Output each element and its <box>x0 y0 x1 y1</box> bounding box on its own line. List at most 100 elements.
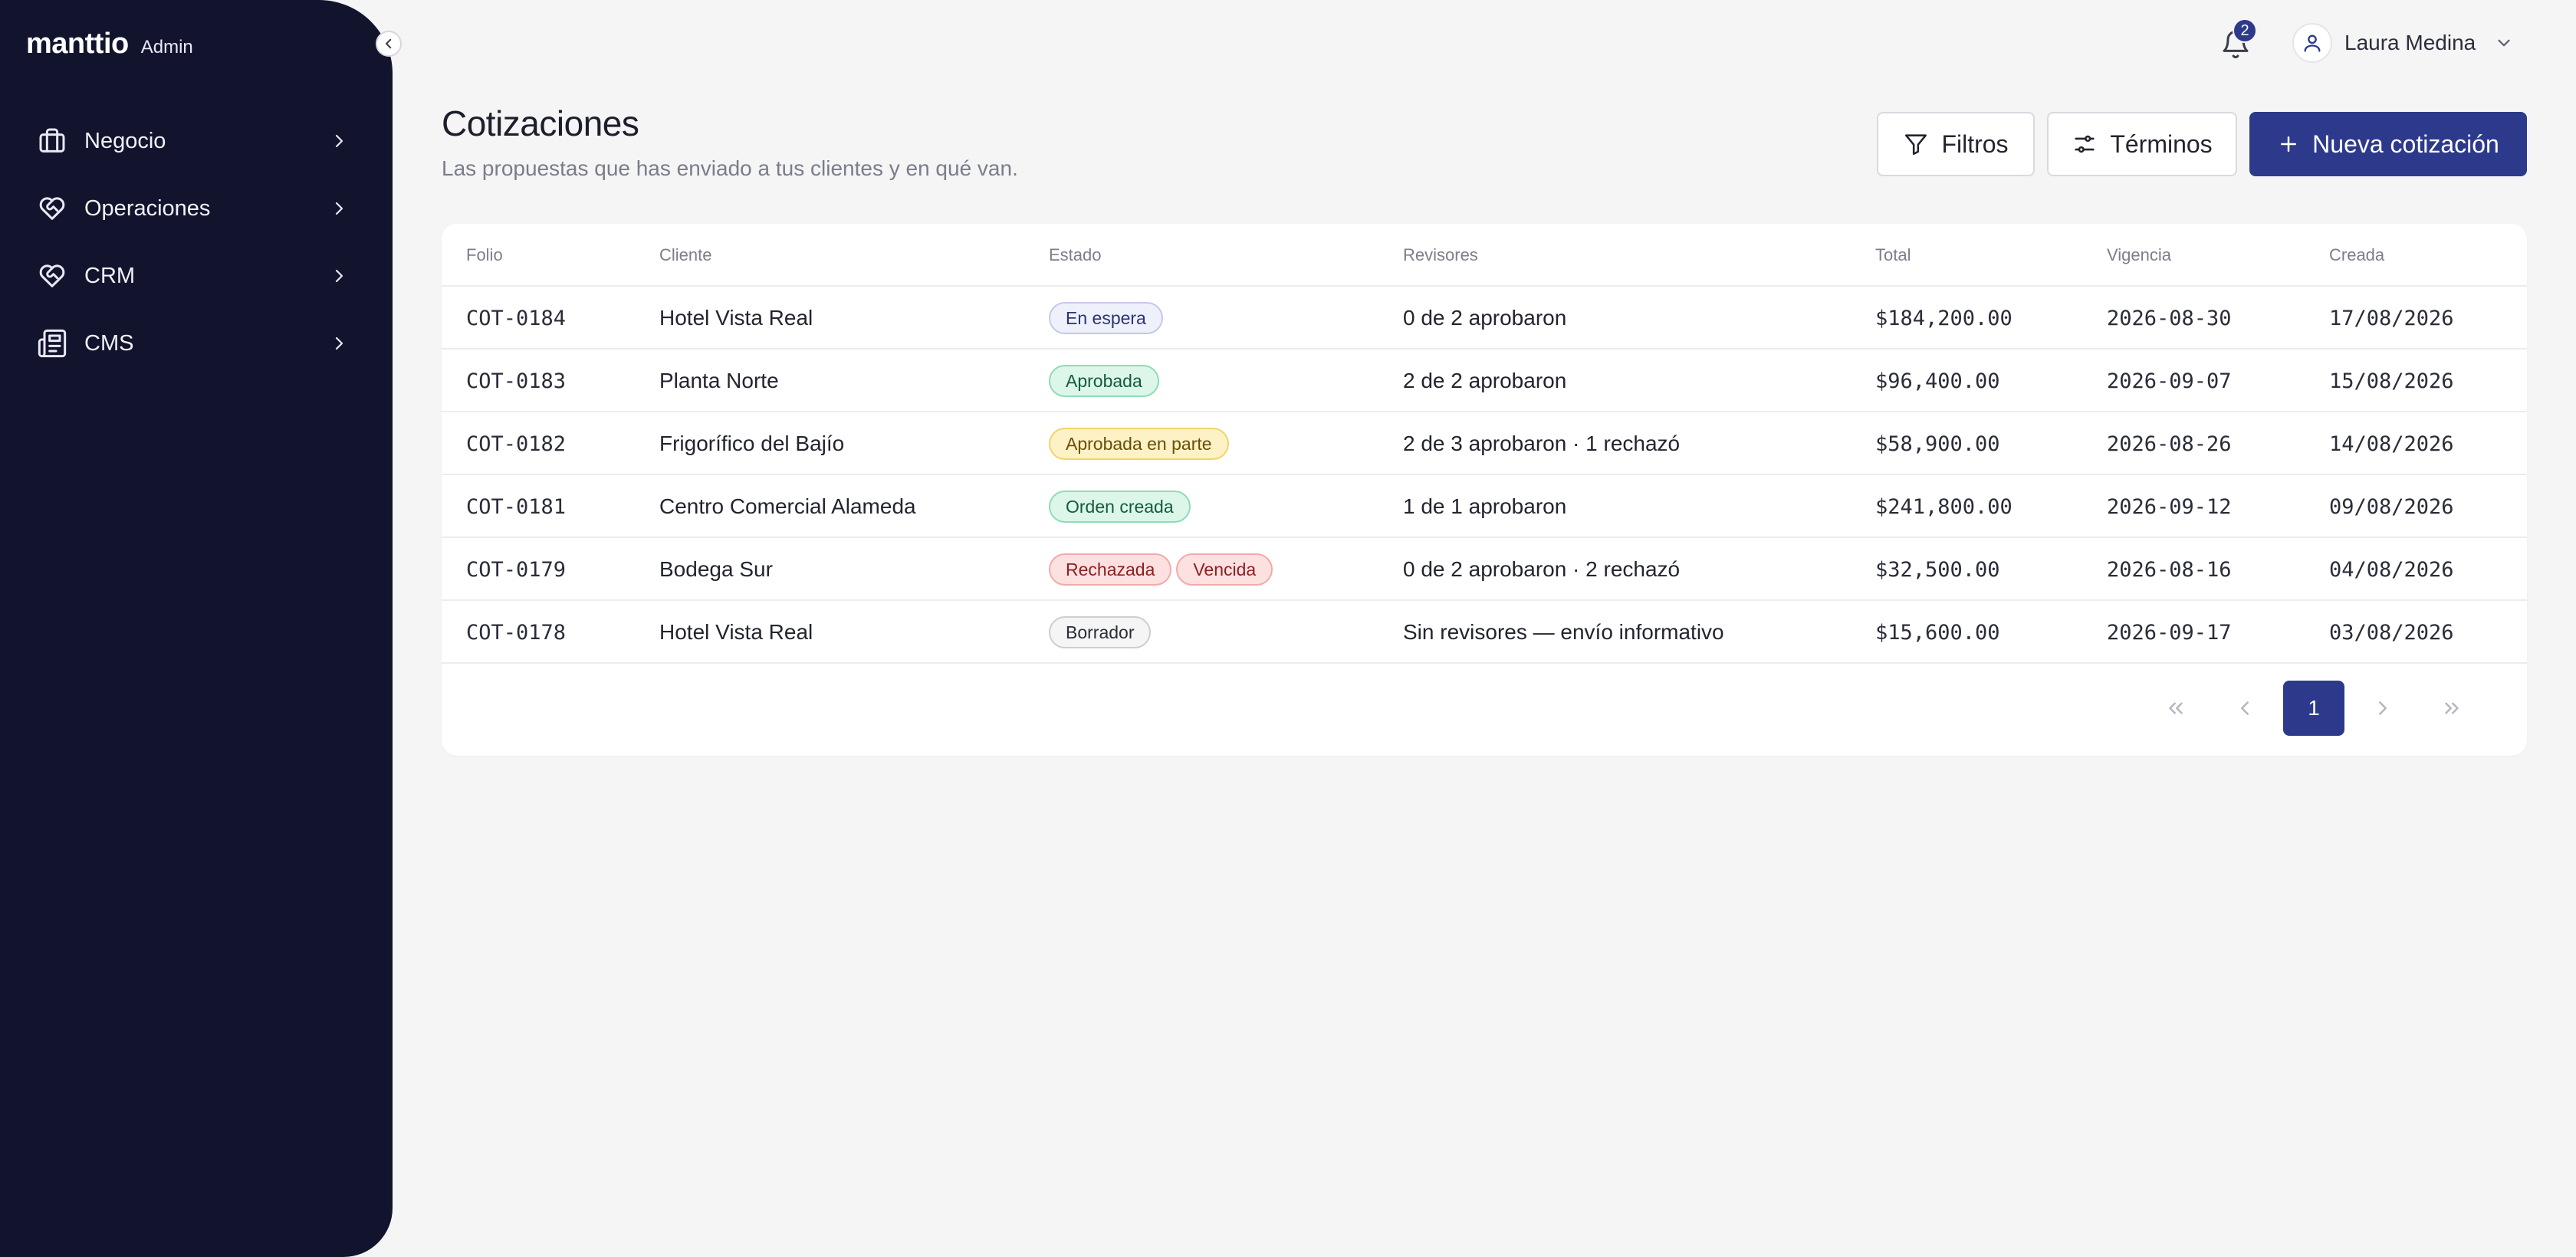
folio-cell: COT-0179 <box>466 557 567 582</box>
briefcase-icon <box>35 124 69 158</box>
status-badge: Aprobada <box>1049 365 1159 397</box>
column-header-total[interactable]: Total <box>1875 224 1911 287</box>
chevron-right-icon <box>328 130 350 152</box>
status-badge: Vencida <box>1176 553 1273 586</box>
creada-cell: 03/08/2026 <box>2329 620 2454 645</box>
table-row[interactable]: COT-0181 Centro Comercial Alameda Orden … <box>442 475 2527 538</box>
column-header-cliente[interactable]: Cliente <box>659 224 711 287</box>
sidebar-nav: Negocio Operaciones CRM CMS <box>0 107 393 377</box>
chevron-right-icon <box>2379 701 2387 715</box>
creada-cell: 15/08/2026 <box>2329 369 2454 393</box>
terms-button[interactable]: Términos <box>2047 112 2237 176</box>
table-row[interactable]: COT-0183 Planta Norte Aprobada 2 de 2 ap… <box>442 350 2527 412</box>
user-icon <box>2304 34 2321 52</box>
column-header-revisores[interactable]: Revisores <box>1403 224 1478 287</box>
sidebar-item-cms[interactable]: CMS <box>0 310 393 377</box>
sidebar-item-label: Operaciones <box>84 195 211 221</box>
column-header-folio[interactable]: Folio <box>466 224 503 287</box>
folio-cell: COT-0178 <box>466 620 567 645</box>
prev-page-button[interactable] <box>2214 681 2275 736</box>
creada-cell: 04/08/2026 <box>2329 557 2454 582</box>
column-header-creada[interactable]: Creada <box>2329 224 2384 287</box>
revisores-cell: 2 de 3 aprobaron · 1 rechazó <box>1403 432 1681 455</box>
pagination: 1 <box>2145 681 2482 736</box>
user-menu[interactable]: Laura Medina <box>2292 23 2514 63</box>
filters-button[interactable]: Filtros <box>1877 112 2035 176</box>
terms-label: Términos <box>2110 130 2213 158</box>
folio-cell: COT-0181 <box>466 494 567 519</box>
table-row[interactable]: COT-0178 Hotel Vista Real Borrador Sin r… <box>442 601 2527 664</box>
chevron-left-icon <box>386 38 392 49</box>
user-name: Laura Medina <box>2344 31 2476 54</box>
first-page-button[interactable] <box>2145 681 2206 736</box>
table-header: Folio Cliente Estado Revisores Total Vig… <box>442 224 2527 287</box>
column-header-estado[interactable]: Estado <box>1049 224 1102 287</box>
creada-cell: 17/08/2026 <box>2329 306 2454 330</box>
status-badge: En espera <box>1049 302 1163 334</box>
table-row[interactable]: COT-0182 Frigorífico del Bajío Aprobada … <box>442 412 2527 475</box>
revisores-cell: 2 de 2 aprobaron <box>1403 369 1567 392</box>
total-cell: $241,800.00 <box>1875 494 2013 519</box>
cliente-cell: Frigorífico del Bajío <box>659 432 845 455</box>
estado-cell: Aprobada <box>1049 350 1159 412</box>
total-cell: $15,600.00 <box>1875 620 2000 645</box>
quotes-table: Folio Cliente Estado Revisores Total Vig… <box>442 224 2527 756</box>
revisores-cell: 0 de 2 aprobaron <box>1403 306 1567 330</box>
plus-icon <box>2281 136 2297 152</box>
revisores-cell: Sin revisores — envío informativo <box>1403 620 1724 644</box>
new-quote-label: Nueva cotización <box>2312 130 2499 158</box>
sidebar-collapse-button[interactable] <box>376 31 402 57</box>
total-cell: $184,200.00 <box>1875 306 2013 330</box>
cliente-cell: Bodega Sur <box>659 557 773 581</box>
table-row[interactable]: COT-0184 Hotel Vista Real En espera 0 de… <box>442 287 2527 350</box>
sidebar-item-crm[interactable]: CRM <box>0 242 393 310</box>
cliente-cell: Centro Comercial Alameda <box>659 494 916 518</box>
heart-handshake-icon <box>35 192 69 225</box>
header-actions: Filtros Términos Nueva cotización <box>1877 112 2527 176</box>
chevrons-right-icon <box>2445 702 2459 714</box>
folio-cell: COT-0184 <box>466 306 567 330</box>
brand-tag: Admin <box>140 37 193 57</box>
sidebar: manttio Admin Negocio Operaciones CRM CM… <box>0 0 393 1257</box>
brand-logo: manttio <box>26 28 129 60</box>
vigencia-cell: 2026-09-07 <box>2107 369 2232 393</box>
chevron-right-icon <box>328 198 350 219</box>
creada-cell: 14/08/2026 <box>2329 432 2454 456</box>
sidebar-item-negocio[interactable]: Negocio <box>0 107 393 175</box>
estado-cell: Orden creada <box>1049 475 1191 538</box>
cliente-cell: Planta Norte <box>659 369 779 392</box>
newspaper-icon <box>35 327 69 360</box>
cliente-cell: Hotel Vista Real <box>659 306 813 330</box>
total-cell: $96,400.00 <box>1875 369 2000 393</box>
status-badge: Aprobada en parte <box>1049 428 1229 460</box>
vigencia-cell: 2026-09-17 <box>2107 620 2232 645</box>
column-header-vigencia[interactable]: Vigencia <box>2107 224 2171 287</box>
estado-cell: Borrador <box>1049 601 1152 664</box>
cliente-cell: Hotel Vista Real <box>659 620 813 644</box>
chevron-right-icon <box>328 265 350 287</box>
page-button-current[interactable]: 1 <box>2283 681 2344 736</box>
estado-cell: Aprobada en parte <box>1049 412 1229 475</box>
table-row[interactable]: COT-0179 Bodega Sur Rechazada Vencida 0 … <box>442 538 2527 601</box>
total-cell: $32,500.00 <box>1875 557 2000 582</box>
page-subtitle: Las propuestas que has enviado a tus cli… <box>442 156 1018 180</box>
folio-cell: COT-0183 <box>466 369 567 393</box>
vigencia-cell: 2026-08-26 <box>2107 432 2232 456</box>
revisores-cell: 1 de 1 aprobaron <box>1403 494 1567 518</box>
chevron-right-icon <box>328 333 350 354</box>
sidebar-item-operaciones[interactable]: Operaciones <box>0 175 393 242</box>
chevron-down-icon <box>2494 33 2514 53</box>
notification-count-badge: 2 <box>2233 18 2257 43</box>
next-page-button[interactable] <box>2352 681 2413 736</box>
status-badge: Borrador <box>1049 616 1152 648</box>
estado-cell: Rechazada Vencida <box>1049 538 1273 601</box>
chevrons-left-icon <box>2169 702 2183 714</box>
filter-icon <box>1905 134 1927 156</box>
new-quote-button[interactable]: Nueva cotización <box>2249 112 2527 176</box>
status-badge: Rechazada <box>1049 553 1172 586</box>
last-page-button[interactable] <box>2421 681 2482 736</box>
revisores-cell: 0 de 2 aprobaron · 2 rechazó <box>1403 557 1681 581</box>
total-cell: $58,900.00 <box>1875 432 2000 456</box>
brand[interactable]: manttio Admin <box>26 28 193 61</box>
avatar <box>2292 23 2332 63</box>
